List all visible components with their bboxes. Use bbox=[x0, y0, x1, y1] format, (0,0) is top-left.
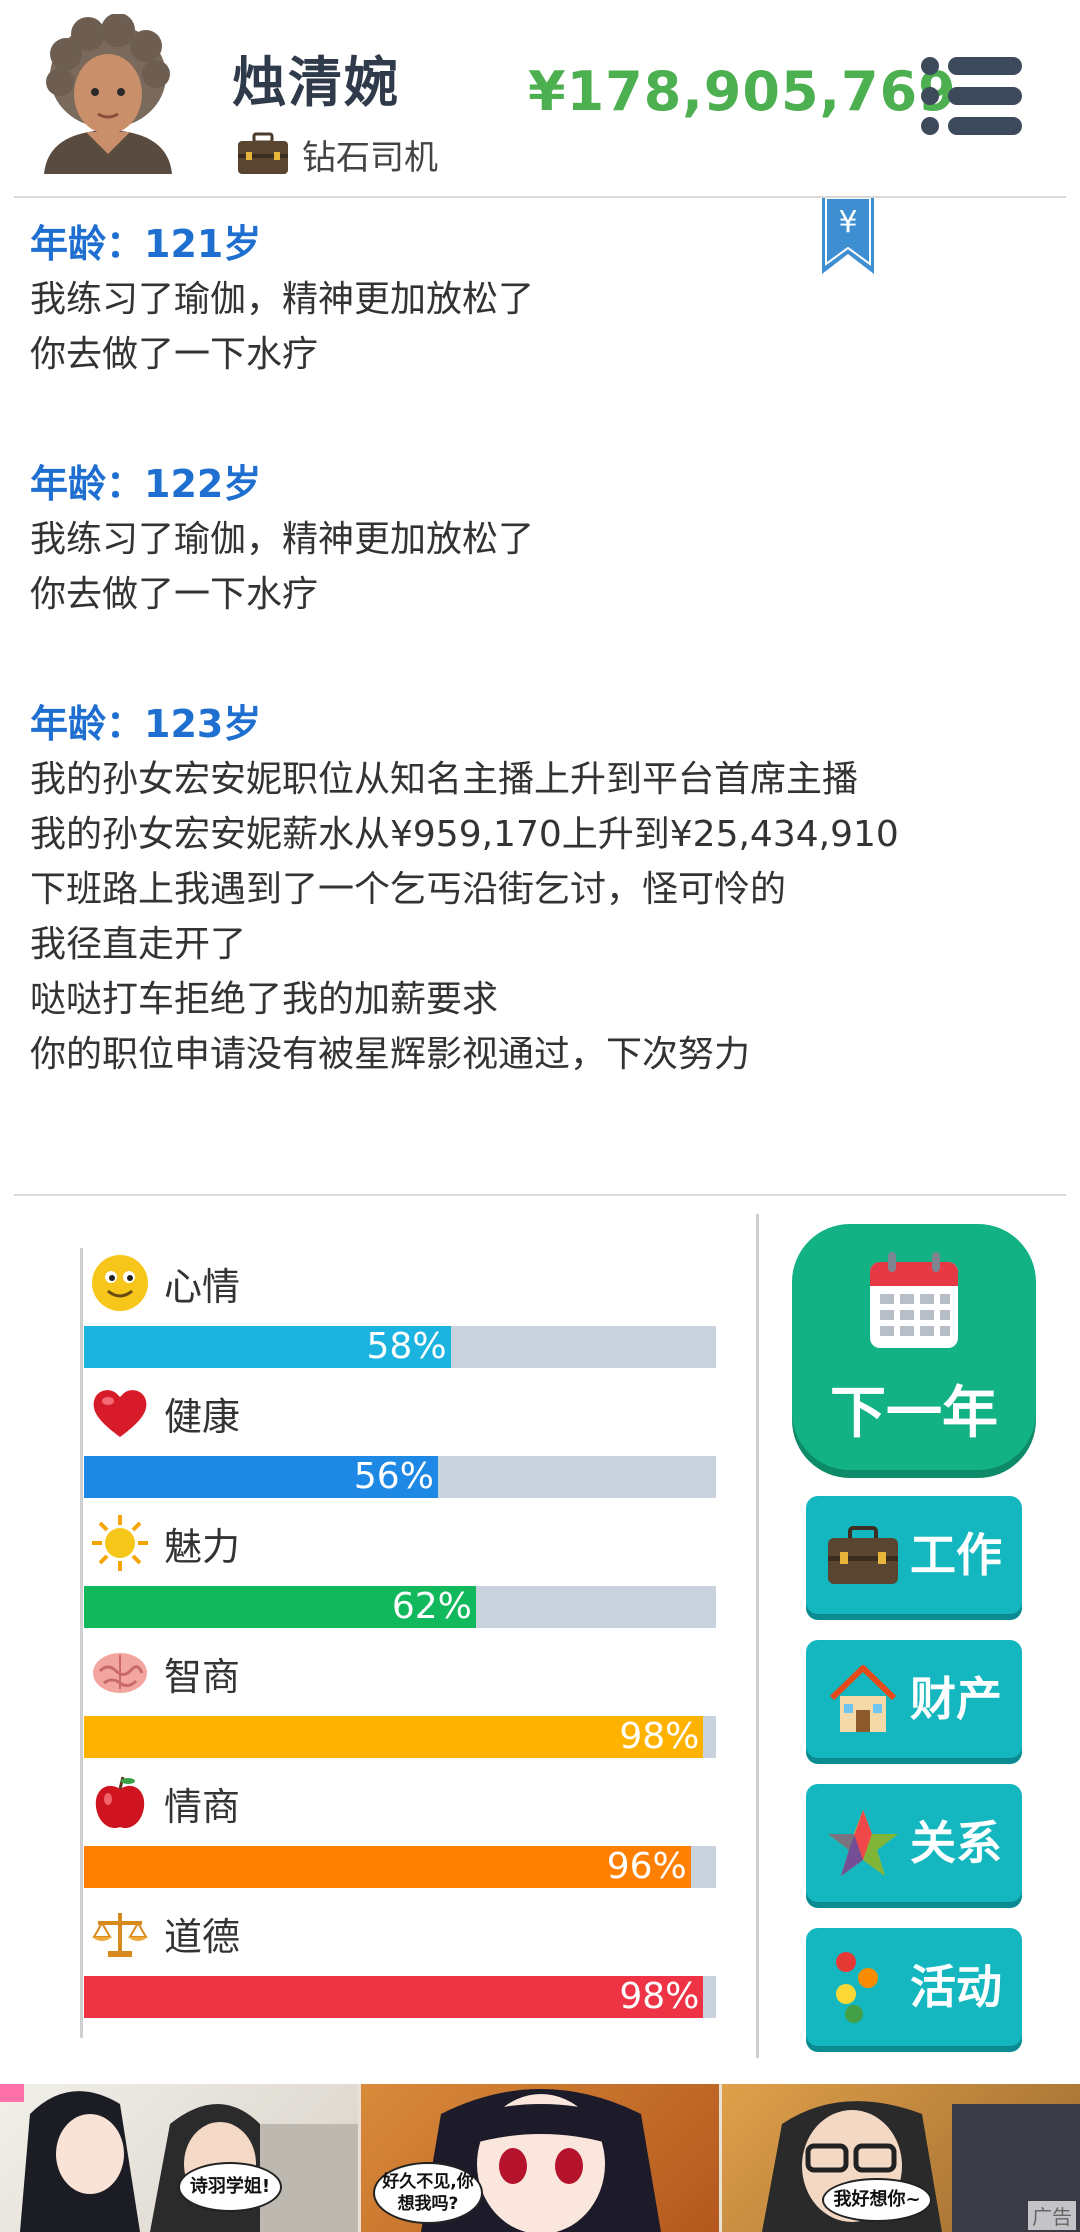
panel-separator bbox=[756, 1214, 759, 2058]
log-divider bbox=[14, 1194, 1066, 1196]
stat-label: 魅力 bbox=[164, 1524, 241, 1569]
anime-couple-image bbox=[0, 2084, 358, 2232]
stat-bar-fill: 58% bbox=[84, 1326, 451, 1368]
stat-bar-fill: 62% bbox=[84, 1586, 476, 1628]
stat-mood: 心情 58% bbox=[80, 1252, 720, 1370]
player-name: 烛清婉 bbox=[232, 51, 400, 114]
stat-iq: 智商 98% bbox=[80, 1642, 720, 1760]
log-event: 你的职位申请没有被星辉影视通过，下次努力 bbox=[30, 1034, 751, 1075]
log-event: 下班路上我遇到了一个乞丐沿街乞讨，怪可怜的 bbox=[30, 869, 787, 910]
ad-speech-bubble: 好久不见,你想我吗? bbox=[373, 2162, 483, 2224]
stat-label: 智商 bbox=[164, 1654, 241, 1699]
stat-bar: 98% bbox=[84, 1976, 716, 2018]
header: 烛清婉 钻石司机 ¥178,905,769 bbox=[0, 0, 1080, 196]
stat-bar: 98% bbox=[84, 1716, 716, 1758]
activities-label: 活动 bbox=[910, 1960, 1002, 2014]
stat-bar: 62% bbox=[84, 1586, 716, 1628]
next-year-label: 下一年 bbox=[830, 1381, 998, 1446]
stat-morality: 道德 98% bbox=[80, 1902, 720, 2020]
activities-button[interactable]: 活动 bbox=[806, 1928, 1022, 2046]
log-event: 你去做了一下水疗 bbox=[30, 334, 319, 375]
stat-label: 道德 bbox=[164, 1914, 241, 1959]
ad-speech-bubble: 诗羽学姐! bbox=[178, 2162, 282, 2212]
stat-percent: 96% bbox=[606, 1846, 687, 1887]
log-year-block: 年龄：122岁 我练习了瑜伽，精神更加放松了 你去做了一下水疗 bbox=[30, 456, 990, 622]
age-heading: 年龄：122岁 bbox=[30, 462, 262, 506]
log-event: 我练习了瑜伽，精神更加放松了 bbox=[30, 279, 535, 320]
stat-eq: 情商 96% bbox=[80, 1772, 720, 1890]
smiley-icon bbox=[92, 1255, 148, 1311]
log-year-block: 年龄：123岁 我的孙女宏安妮职位从知名主播上升到平台首席主播 我的孙女宏安妮薪… bbox=[30, 696, 990, 1082]
stat-bar: 96% bbox=[84, 1846, 716, 1888]
stat-charm: 魅力 62% bbox=[80, 1512, 720, 1630]
age-heading: 年龄：121岁 bbox=[30, 222, 262, 266]
stat-bar-fill: 98% bbox=[84, 1716, 704, 1758]
work-label: 工作 bbox=[910, 1528, 1002, 1582]
job-title: 钻石司机 bbox=[302, 137, 438, 178]
log-event: 你去做了一下水疗 bbox=[30, 574, 319, 615]
property-button[interactable]: 财产 bbox=[806, 1640, 1022, 1758]
stat-health: 健康 56% bbox=[80, 1382, 720, 1500]
ad-panel: 我好想你~ bbox=[722, 2084, 1080, 2232]
relations-label: 关系 bbox=[910, 1816, 1002, 1870]
stat-bar-fill: 98% bbox=[84, 1976, 704, 2018]
menu-icon[interactable] bbox=[920, 56, 1024, 136]
star-icon bbox=[828, 1810, 898, 1876]
log-event: 我的孙女宏安妮职位从知名主播上升到平台首席主播 bbox=[30, 759, 859, 800]
apple-icon bbox=[95, 1776, 145, 1829]
log-event: 我的孙女宏安妮薪水从¥959,170上升到¥25,434,910 bbox=[30, 814, 899, 855]
stat-percent: 56% bbox=[353, 1456, 434, 1497]
heart-icon bbox=[93, 1390, 147, 1437]
stat-label: 健康 bbox=[164, 1394, 241, 1439]
briefcase-icon bbox=[828, 1526, 898, 1584]
sun-icon bbox=[92, 1515, 148, 1571]
ad-speech-bubble: 我好想你~ bbox=[822, 2178, 932, 2222]
stat-bar-fill: 56% bbox=[84, 1456, 438, 1498]
property-label: 财产 bbox=[910, 1672, 1002, 1726]
stat-label: 情商 bbox=[164, 1784, 241, 1829]
log-event: 哒哒打车拒绝了我的加薪要求 bbox=[30, 979, 499, 1020]
log-year-block: 年龄：121岁 我练习了瑜伽，精神更加放松了 你去做了一下水疗 bbox=[30, 216, 990, 382]
log-event: 我练习了瑜伽，精神更加放松了 bbox=[30, 519, 535, 560]
money-balance: ¥178,905,769 bbox=[528, 60, 957, 123]
stat-label: 心情 bbox=[164, 1264, 241, 1309]
ad-label: 广告 bbox=[1028, 2201, 1076, 2230]
stat-bar: 58% bbox=[84, 1326, 716, 1368]
scales-icon bbox=[92, 1913, 148, 1957]
stat-percent: 98% bbox=[619, 1716, 700, 1757]
life-log[interactable]: 年龄：121岁 我练习了瑜伽，精神更加放松了 你去做了一下水疗 年龄：122岁 … bbox=[30, 216, 990, 1156]
relations-button[interactable]: 关系 bbox=[806, 1784, 1022, 1902]
house-icon bbox=[829, 1665, 897, 1732]
next-year-button[interactable]: 下一年 bbox=[792, 1224, 1036, 1470]
activity-dots-icon bbox=[836, 1952, 878, 2023]
brain-icon bbox=[93, 1653, 147, 1693]
calendar-icon bbox=[870, 1252, 958, 1348]
header-divider bbox=[14, 196, 1066, 198]
log-event: 我径直走开了 bbox=[30, 924, 247, 965]
job-row: 钻石司机 bbox=[236, 128, 438, 180]
ad-banner[interactable]: 诗羽学姐! 好久不见,你想我吗? 我好想你~ 广告 bbox=[0, 2084, 1080, 2232]
work-button[interactable]: 工作 bbox=[806, 1496, 1022, 1614]
avatar[interactable] bbox=[38, 14, 178, 174]
age-heading: 年龄：123岁 bbox=[30, 702, 262, 746]
stat-bar: 56% bbox=[84, 1456, 716, 1498]
ad-panel: 诗羽学姐! bbox=[0, 2084, 358, 2232]
stat-percent: 62% bbox=[391, 1586, 472, 1627]
stat-bar-fill: 96% bbox=[84, 1846, 691, 1888]
briefcase-icon bbox=[238, 132, 288, 174]
stat-percent: 98% bbox=[619, 1976, 700, 2017]
ad-panel: 好久不见,你想我吗? bbox=[361, 2084, 719, 2232]
stat-percent: 58% bbox=[366, 1326, 447, 1367]
